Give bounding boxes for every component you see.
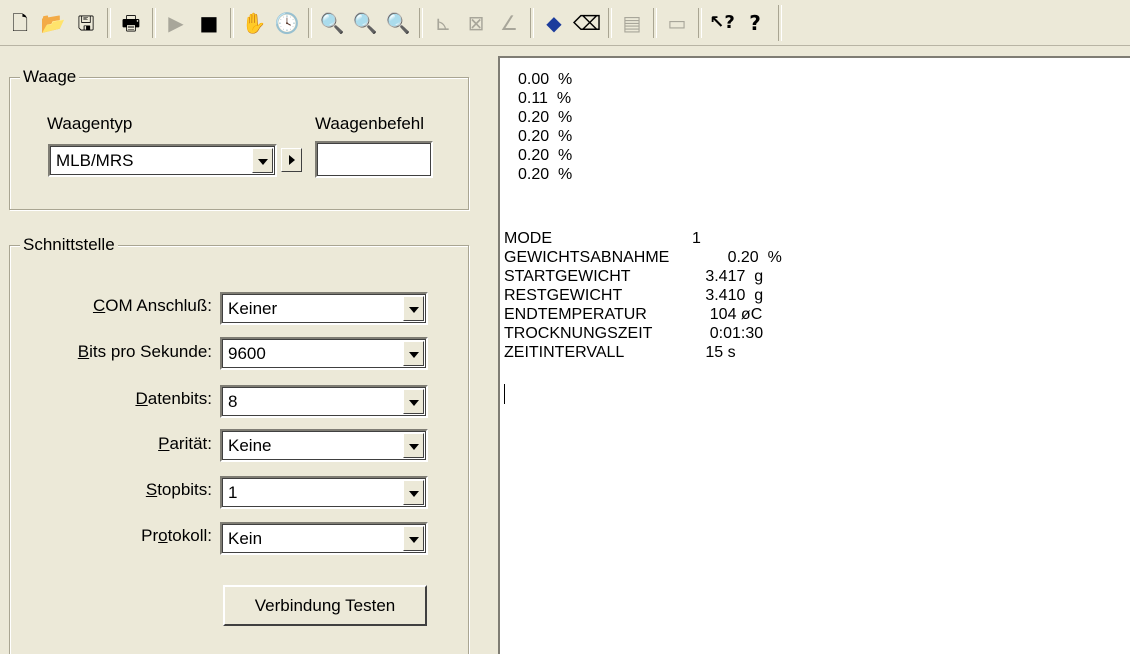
new-file-icon[interactable]: 🗋 xyxy=(6,8,34,38)
stopbits-label: Stopbits: xyxy=(145,480,212,499)
datenbits-select[interactable]: 8 xyxy=(220,385,428,418)
waage-group: Waage Waagentyp Waagenbefehl MLB/MRS xyxy=(9,67,469,210)
toolbar-end xyxy=(778,4,782,41)
eraser-icon[interactable]: ⌫ xyxy=(573,8,601,38)
result-key: MODE xyxy=(504,230,552,247)
paritaet-select[interactable]: Keine xyxy=(220,429,428,462)
result-row: TROCKNUNGSZEIT 0:01:30 xyxy=(504,324,1130,343)
protokoll-label: Protokoll: xyxy=(141,526,212,545)
chevron-down-icon[interactable] xyxy=(403,433,424,458)
chevron-down-icon[interactable] xyxy=(403,296,424,321)
percent-line: 0.00 % xyxy=(518,71,573,88)
percent-line: 0.20 % xyxy=(518,128,573,145)
waagenbefehl-input[interactable] xyxy=(315,141,433,178)
result-value: 0.20 % xyxy=(692,249,782,266)
com-anschluss-select[interactable]: Keiner xyxy=(220,292,428,325)
bits-pro-sekunde-label: Bits pro Sekunde: xyxy=(77,342,212,361)
result-value: 3.410 g xyxy=(692,287,764,304)
chart-cross-icon[interactable]: ⊠ xyxy=(462,8,490,38)
chevron-down-icon[interactable] xyxy=(252,148,273,173)
open-folder-icon[interactable]: 📂 xyxy=(39,8,67,38)
toolbar-separator xyxy=(230,7,234,38)
com-anschluss-label: COM Anschluß: xyxy=(92,296,212,315)
chart-angle-icon[interactable]: ∠ xyxy=(495,8,523,38)
datenbits-label: Datenbits: xyxy=(135,389,212,408)
result-key: GEWICHTSABNAHME xyxy=(504,249,670,266)
result-row: ZEITINTERVALL 15 s xyxy=(504,343,1130,362)
stop-icon[interactable]: ■ xyxy=(195,8,223,38)
result-row: MODE 1 xyxy=(504,229,1130,248)
bits-pro-sekunde-select[interactable]: 9600 xyxy=(220,337,428,370)
result-value: 1 xyxy=(692,230,701,247)
waage-group-title: Waage xyxy=(20,67,80,87)
hand-icon[interactable]: ✋ xyxy=(240,8,268,38)
stopbits-select[interactable]: 1 xyxy=(220,476,428,509)
toolbar-separator xyxy=(152,7,156,38)
output-textarea[interactable]: 0.00 % 0.11 % 0.20 % 0.20 % 0.20 % 0.20 … xyxy=(498,56,1130,654)
toolbar-separator xyxy=(653,7,657,38)
print-icon[interactable]: 🖶 xyxy=(117,8,145,38)
toolbar-separator xyxy=(308,7,312,38)
schnittstelle-group: Schnittstelle COM Anschluß: Keiner Bits … xyxy=(9,235,469,654)
zoom-out-icon[interactable]: 🔍 xyxy=(351,8,379,38)
waagenbefehl-label: Waagenbefehl xyxy=(315,114,425,133)
waagentyp-label: Waagentyp xyxy=(47,114,133,133)
result-value: 104 øC xyxy=(692,306,763,323)
text-caret xyxy=(504,384,505,404)
toolbar-separator xyxy=(107,7,111,38)
paritaet-label: Parität: xyxy=(158,434,212,453)
toolbar-separator xyxy=(698,7,702,38)
chart-line-icon[interactable]: ⊾ xyxy=(429,8,457,38)
result-value: 3.417 g xyxy=(692,268,764,285)
help-icon[interactable]: ? xyxy=(741,8,769,38)
result-key: ENDTEMPERATUR xyxy=(504,306,647,323)
result-row: ENDTEMPERATUR 104 øC xyxy=(504,305,1130,324)
zoom-in-icon[interactable]: 🔍 xyxy=(318,8,346,38)
protokoll-select[interactable]: Kein xyxy=(220,522,428,555)
zoom-fit-icon[interactable]: 🔍 xyxy=(384,8,412,38)
results-block: MODE 1 GEWICHTSABNAHME 0.20 % STARTGEWICH… xyxy=(500,229,1130,404)
result-row: STARTGEWICHT 3.417 g xyxy=(504,267,1130,286)
window-icon[interactable]: ▭ xyxy=(663,8,691,38)
result-key: ZEITINTERVALL xyxy=(504,344,625,361)
result-value: 0:01:30 xyxy=(692,325,764,342)
result-key: RESTGEWICHT xyxy=(504,287,623,304)
percent-line: 0.11 % xyxy=(518,90,572,107)
context-help-icon[interactable]: ↖? xyxy=(708,8,736,38)
chevron-down-icon[interactable] xyxy=(403,480,424,505)
percent-line: 0.20 % xyxy=(518,147,573,164)
toolbar-separator xyxy=(419,7,423,38)
waage-send-button[interactable] xyxy=(281,148,302,172)
waagentyp-value: MLB/MRS xyxy=(56,150,134,170)
clock-icon[interactable]: 🕓 xyxy=(273,8,301,38)
result-row: RESTGEWICHT 3.410 g xyxy=(504,286,1130,305)
result-row: GEWICHTSABNAHME 0.20 % xyxy=(504,248,1130,267)
chevron-down-icon[interactable] xyxy=(403,389,424,414)
percent-line: 0.20 % xyxy=(518,109,573,126)
percent-lines: 0.00 % 0.11 % 0.20 % 0.20 % 0.20 % 0.20 … xyxy=(518,70,1130,184)
paint-bucket-icon[interactable]: ◆ xyxy=(540,8,568,38)
result-value: 15 s xyxy=(692,344,736,361)
percent-line: 0.20 % xyxy=(518,166,573,183)
toolbar-separator xyxy=(530,7,534,38)
result-key: TROCKNUNGSZEIT xyxy=(504,325,653,342)
save-icon[interactable]: 🖫 xyxy=(72,8,100,38)
waagentyp-combo[interactable]: MLB/MRS xyxy=(48,144,277,177)
play-icon[interactable]: ▶ xyxy=(162,8,190,38)
schnittstelle-group-title: Schnittstelle xyxy=(20,235,118,255)
verbindung-testen-button[interactable]: Verbindung Testen xyxy=(223,585,427,626)
toolbar: 🗋 📂 🖫 🖶 ▶ ■ ✋ 🕓 🔍 🔍 🔍 ⊾ ⊠ ∠ ◆ ⌫ ▤ ▭ ↖? ? xyxy=(0,0,1130,46)
chevron-down-icon[interactable] xyxy=(403,526,424,551)
toolbar-separator xyxy=(608,7,612,38)
chevron-down-icon[interactable] xyxy=(403,341,424,366)
document-icon[interactable]: ▤ xyxy=(618,8,646,38)
result-key: STARTGEWICHT xyxy=(504,268,631,285)
